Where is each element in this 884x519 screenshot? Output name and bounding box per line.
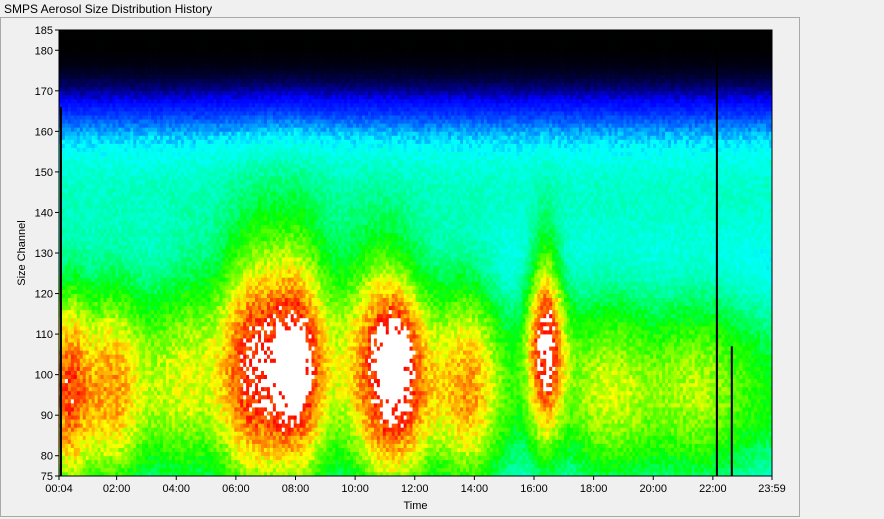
y-axis-title: Size Channel [16,220,28,285]
y-tick-label: 110 [35,329,53,341]
y-tick-label: 90 [41,410,53,422]
x-tick-label: 00:04 [45,483,73,495]
y-tick-label: 120 [35,289,53,301]
y-tick-label: 80 [41,451,53,463]
y-tick-label: 180 [35,45,53,57]
plot-frame: 00:04 02:00 04:00 06:00 08:00 10:00 12:00 14:00… [0,17,800,517]
y-tick-label: 75 [41,471,53,483]
data-gap-0 [60,107,62,476]
x-tick-label: 12:00 [401,483,429,495]
x-tick-label: 20:00 [639,483,667,495]
heatmap-cells [59,30,772,476]
x-tick-label: 18:00 [580,483,608,495]
aerosol-heatmap-chart[interactable]: 00:04 02:00 04:00 06:00 08:00 10:00 12:00 14:00… [1,18,799,516]
x-tick-label: 04:00 [162,483,190,495]
x-axis-title: Time [403,500,427,512]
window-title: SMPS Aerosol Size Distribution History [4,2,212,16]
x-tick-label: 23:59 [758,483,786,495]
x-tick-label: 08:00 [282,483,310,495]
y-tick-label: 100 [35,370,53,382]
data-gap-2 [731,346,733,476]
x-tick-label: 16:00 [520,483,548,495]
data-gap-1 [716,30,718,476]
y-tick-label: 160 [35,126,53,138]
y-tick-label: 150 [35,167,53,179]
x-tick-label: 22:00 [699,483,727,495]
y-tick-label: 185 [35,25,53,37]
x-tick-label: 14:00 [461,483,489,495]
y-tick-label: 130 [35,248,53,260]
x-tick-label: 06:00 [222,483,250,495]
y-tick-label: 140 [35,207,53,219]
x-tick-label: 10:00 [341,483,369,495]
y-tick-label: 170 [35,86,53,98]
x-tick-label: 02:00 [103,483,131,495]
